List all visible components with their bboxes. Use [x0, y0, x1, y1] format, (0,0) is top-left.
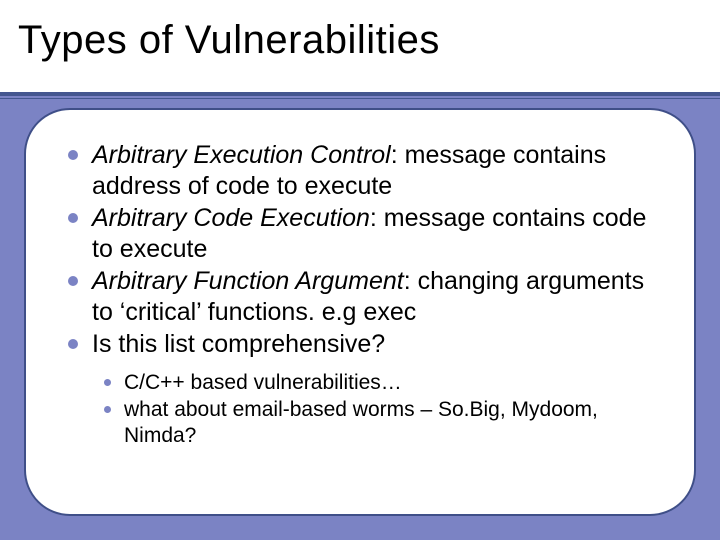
list-item: Is this list comprehensive?: [66, 329, 658, 360]
bullet-term: Arbitrary Function Argument: [92, 267, 404, 295]
slide: Types of Vulnerabilities Arbitrary Execu…: [0, 0, 720, 540]
title-rule-thin: [0, 98, 720, 99]
bullet-term: Arbitrary Execution Control: [92, 141, 391, 169]
title-band: Types of Vulnerabilities: [0, 0, 720, 96]
sub-bullet-text: C/C++ based vulnerabilities…: [124, 371, 402, 394]
title-rule: [0, 92, 720, 96]
list-item: Arbitrary Execution Control: message con…: [66, 140, 658, 201]
bullet-desc: Is this list comprehensive?: [92, 330, 385, 358]
content-card: Arbitrary Execution Control: message con…: [24, 108, 696, 516]
sub-bullet-list: C/C++ based vulnerabilities… what about …: [102, 370, 658, 450]
slide-title: Types of Vulnerabilities: [18, 18, 702, 63]
list-item: what about email-based worms – So.Big, M…: [102, 397, 658, 450]
bullet-term: Arbitrary Code Execution: [92, 204, 370, 232]
sub-bullet-text: what about email-based worms – So.Big, M…: [124, 398, 598, 447]
list-item: C/C++ based vulnerabilities…: [102, 370, 658, 396]
list-item: Arbitrary Function Argument: changing ar…: [66, 266, 658, 327]
bullet-list: Arbitrary Execution Control: message con…: [66, 140, 658, 360]
list-item: Arbitrary Code Execution: message contai…: [66, 203, 658, 264]
